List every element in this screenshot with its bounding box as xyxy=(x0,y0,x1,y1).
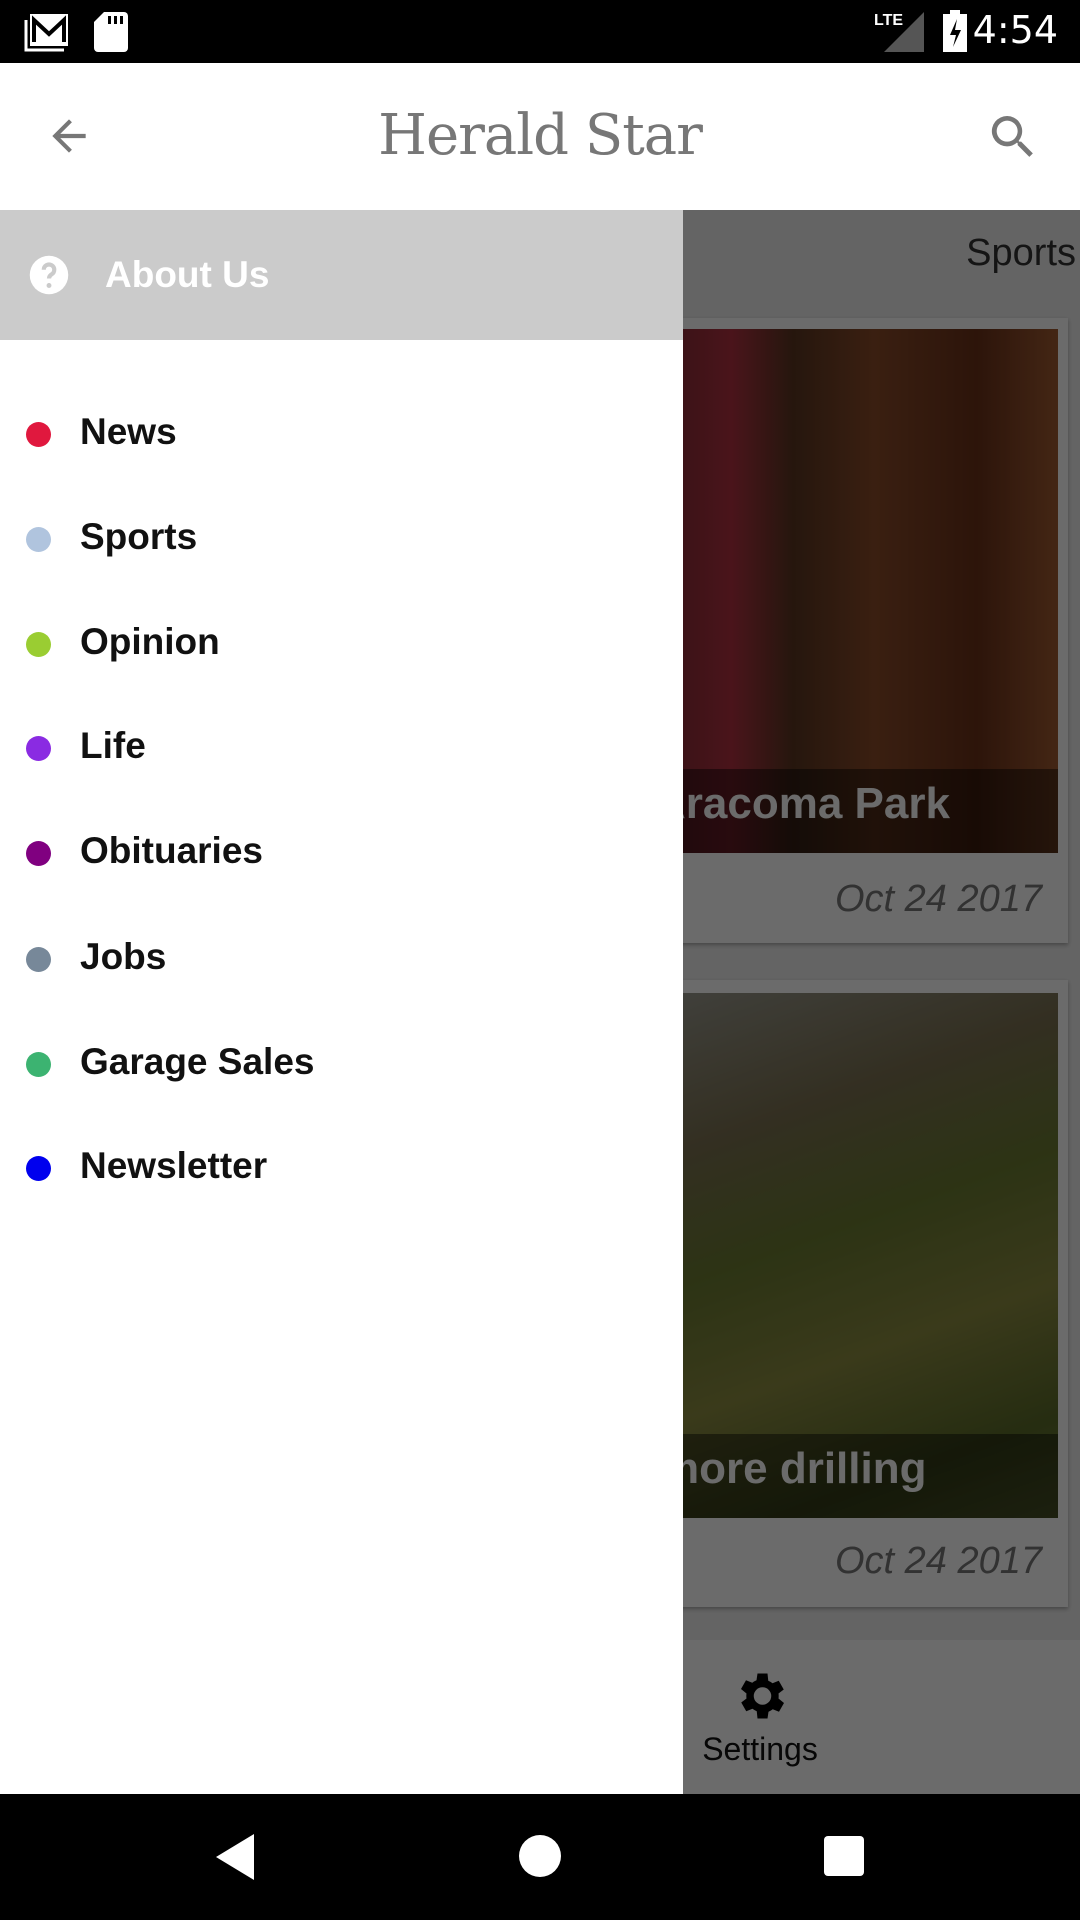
item-label: Jobs xyxy=(80,936,167,977)
battery-charging-icon xyxy=(943,10,967,52)
category-dot xyxy=(26,736,51,761)
signal-icon xyxy=(884,12,924,52)
item-label: Obituaries xyxy=(80,830,263,871)
drawer-item-newsletter[interactable]: Newsletter xyxy=(0,1127,683,1207)
category-dot xyxy=(26,1156,51,1181)
drawer-item-life[interactable]: Life xyxy=(0,707,683,787)
article-card[interactable]: more drilling Oct 24 2017 xyxy=(640,980,1068,1607)
item-label: News xyxy=(80,411,177,452)
system-nav-bar xyxy=(0,1794,1080,1920)
category-dot xyxy=(26,422,51,447)
navigation-drawer: About Us News Sports Opinion Life Obitua… xyxy=(0,210,683,1794)
item-label: Life xyxy=(80,725,146,766)
drawer-item-jobs[interactable]: Jobs xyxy=(0,918,683,998)
status-bar: LTE 4:54 xyxy=(0,0,1080,63)
app-bar: Herald Star xyxy=(0,63,1080,210)
article-card[interactable]: Aracoma Park Oct 24 2017 xyxy=(640,318,1068,943)
drawer-item-garage-sales[interactable]: Garage Sales xyxy=(0,1023,683,1103)
item-label: Newsletter xyxy=(80,1145,268,1186)
search-icon[interactable] xyxy=(985,109,1041,165)
gear-icon xyxy=(741,1673,784,1719)
gmail-icon xyxy=(24,14,68,52)
item-label: Garage Sales xyxy=(80,1041,315,1082)
back-icon[interactable] xyxy=(214,1832,258,1882)
settings-label: Settings xyxy=(702,1731,818,1767)
drawer-item-news[interactable]: News xyxy=(0,393,683,473)
article-caption: Aracoma Park xyxy=(650,769,1058,853)
drawer-item-about-us[interactable]: About Us xyxy=(0,210,683,340)
drawer-item-opinion[interactable]: Opinion xyxy=(0,603,683,683)
clock: 4:54 xyxy=(972,8,1058,52)
category-dot xyxy=(26,947,51,972)
sd-card-icon xyxy=(94,12,128,52)
tab-sports[interactable]: Sports xyxy=(966,232,1076,275)
drawer-item-obituaries[interactable]: Obituaries xyxy=(0,812,683,892)
article-caption: more drilling xyxy=(650,1434,1058,1518)
app-title: Herald Star xyxy=(378,103,703,168)
settings-button[interactable]: Settings xyxy=(690,1666,830,1768)
category-dot xyxy=(26,632,51,657)
category-dot xyxy=(26,1052,51,1077)
item-label: Sports xyxy=(80,516,198,557)
article-date: Oct 24 2017 xyxy=(834,878,1042,920)
home-icon[interactable] xyxy=(518,1834,562,1878)
drawer-item-sports[interactable]: Sports xyxy=(0,498,683,578)
category-dot xyxy=(26,841,51,866)
recents-icon[interactable] xyxy=(824,1836,864,1876)
item-label: Opinion xyxy=(80,621,220,662)
category-dot xyxy=(26,527,51,552)
about-us-label: About Us xyxy=(105,254,270,295)
help-circle-icon xyxy=(29,255,69,295)
article-date: Oct 24 2017 xyxy=(834,1540,1042,1582)
